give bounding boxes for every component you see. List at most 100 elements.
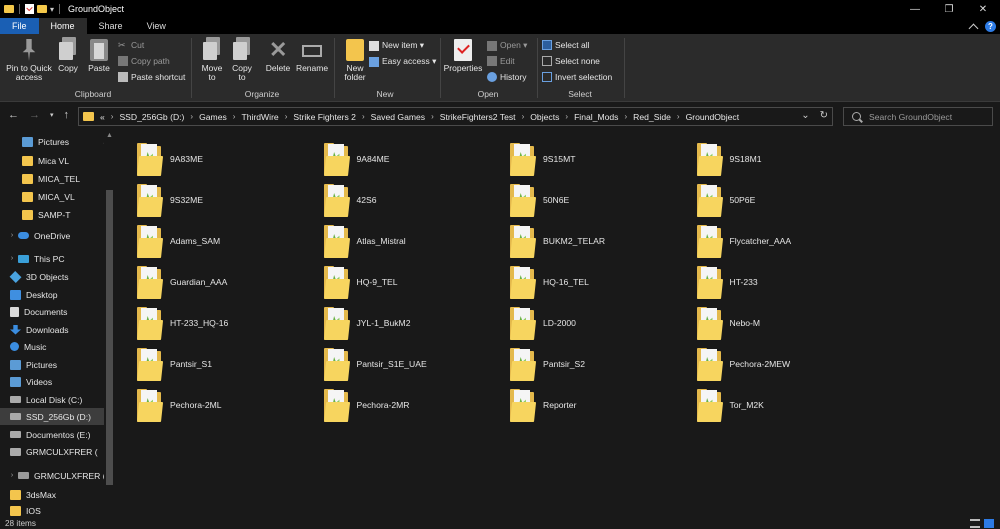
customize-toolbar-icon[interactable]: ▾ (50, 5, 54, 14)
folder-item[interactable]: Adams_SAM (118, 221, 304, 261)
paste-button[interactable]: Paste (86, 39, 112, 73)
folder-item[interactable]: 50P6E (678, 180, 864, 220)
move-to-button[interactable]: Move to (200, 37, 224, 82)
chevron-right-icon[interactable]: › (624, 112, 627, 121)
folder-item[interactable]: Pantsir_S1E_UAE (305, 344, 491, 384)
copy-button[interactable]: Copy (56, 37, 80, 73)
folder-item[interactable]: 9A83ME (118, 139, 304, 179)
up-icon[interactable]: ↑ (64, 109, 70, 121)
nav-item-documentos-e[interactable]: Documentos (E:) (10, 426, 90, 443)
folder-item[interactable]: Flycatcher_AAA (678, 221, 864, 261)
expand-icon[interactable]: › (8, 255, 16, 262)
nav-item-downloads[interactable]: Downloads (10, 321, 69, 338)
folder-item[interactable]: HQ-9_TEL (305, 262, 491, 302)
properties-icon[interactable] (25, 4, 34, 14)
navigation-pane-scrollbar[interactable]: ▲ (104, 130, 114, 518)
breadcrumb-item[interactable]: StrikeFighters2 Test (440, 112, 516, 122)
nav-item-grmculxfrer-g[interactable]: › GRMCULXFRER (G (8, 467, 112, 484)
expand-icon[interactable]: › (8, 472, 16, 479)
nav-item-this-pc[interactable]: › This PC (8, 250, 65, 267)
folder-item[interactable]: Pantsir_S1 (118, 344, 304, 384)
nav-item-local-disk-c[interactable]: Local Disk (C:) (10, 391, 82, 408)
breadcrumb-item[interactable]: Final_Mods (574, 112, 618, 122)
folder-item[interactable]: Guardian_AAA (118, 262, 304, 302)
nav-item-pictures[interactable]: Pictures (22, 133, 69, 150)
folder-item[interactable]: Tor_M2K (678, 385, 864, 425)
tab-file[interactable]: File (0, 18, 39, 34)
tab-share[interactable]: Share (87, 18, 135, 34)
nav-item-desktop[interactable]: Desktop (10, 286, 58, 303)
copy-path-button[interactable]: Copy path (118, 56, 170, 66)
tab-home[interactable]: Home (38, 18, 87, 34)
select-all-button[interactable]: Select all (542, 40, 590, 50)
delete-button[interactable]: ✕ Delete (264, 39, 292, 73)
nav-item-3dsmax[interactable]: 3dsMax (10, 486, 56, 503)
nav-item-onedrive[interactable]: › OneDrive (8, 227, 70, 244)
folder-item[interactable]: 9S15MT (491, 139, 677, 179)
copy-to-button[interactable]: Copy to (230, 37, 254, 82)
breadcrumb-item[interactable]: ThirdWire (241, 112, 278, 122)
folder-item[interactable]: Pechora-2MR (305, 385, 491, 425)
details-view-icon[interactable] (970, 519, 980, 528)
breadcrumb-item[interactable]: Red_Side (633, 112, 671, 122)
refresh-icon[interactable]: ↻ (820, 110, 828, 121)
tab-view[interactable]: View (135, 18, 178, 34)
folder-item[interactable]: HT-233 (678, 262, 864, 302)
nav-item-mica-tel[interactable]: MICA_TEL (22, 170, 80, 187)
expand-icon[interactable]: › (8, 232, 16, 239)
address-bar[interactable]: « › SSD_256Gb (D:) › Games › ThirdWire › Strike … (78, 107, 833, 126)
chevron-right-icon[interactable]: › (565, 112, 568, 121)
chevron-right-icon[interactable]: › (285, 112, 288, 121)
chevron-right-icon[interactable]: › (362, 112, 365, 121)
folder-item[interactable]: Nebo-M (678, 303, 864, 343)
properties-button[interactable]: Properties (443, 39, 483, 73)
rename-button[interactable]: Rename (296, 39, 328, 73)
edit-button[interactable]: Edit (487, 56, 515, 66)
chevron-right-icon[interactable]: › (111, 112, 114, 121)
nav-item-ssd-256gb-d[interactable]: SSD_256Gb (D:) (0, 408, 104, 425)
nav-item-mica-vl[interactable]: MICA_VL (22, 188, 75, 205)
minimize-button[interactable]: — (898, 0, 932, 18)
folder-item[interactable]: HT-233_HQ-16 (118, 303, 304, 343)
nav-item-videos[interactable]: Videos (10, 373, 52, 390)
nav-item-documents[interactable]: Documents (10, 303, 67, 320)
folder-item[interactable]: 9S18M1 (678, 139, 864, 179)
nav-item-music[interactable]: Music (10, 338, 46, 355)
breadcrumb-item[interactable]: Objects (530, 112, 559, 122)
breadcrumb-item[interactable]: GroundObject (686, 112, 740, 122)
invert-selection-button[interactable]: Invert selection (542, 72, 612, 82)
folder-item[interactable]: Reporter (491, 385, 677, 425)
new-item-button[interactable]: New item ▾ (369, 40, 424, 51)
breadcrumb-item[interactable]: Saved Games (371, 112, 425, 122)
breadcrumb-overflow[interactable]: « (100, 112, 105, 122)
breadcrumb-item[interactable]: Strike Fighters 2 (293, 112, 356, 122)
scrollbar-thumb[interactable] (106, 190, 113, 485)
folder-item[interactable]: 42S6 (305, 180, 491, 220)
help-icon[interactable]: ? (985, 20, 996, 32)
folder-item[interactable]: 9S32ME (118, 180, 304, 220)
nav-item-samp-t[interactable]: SAMP-T (22, 206, 70, 223)
breadcrumb-item[interactable]: Games (199, 112, 227, 122)
forward-icon[interactable]: → (29, 109, 40, 121)
history-button[interactable]: History (487, 72, 526, 82)
nav-item-ios[interactable]: IOS (10, 502, 41, 518)
folder-item[interactable]: BUKM2_TELAR (491, 221, 677, 261)
back-icon[interactable]: ← (8, 109, 19, 121)
recent-locations-icon[interactable]: ▾ (50, 111, 54, 119)
nav-item-pictures[interactable]: Pictures (10, 356, 57, 373)
scroll-up-icon[interactable]: ▲ (106, 132, 113, 139)
folder-item[interactable]: Pantsir_S2 (491, 344, 677, 384)
new-folder-icon[interactable] (37, 5, 47, 13)
chevron-right-icon[interactable]: › (677, 112, 680, 121)
new-folder-button[interactable]: New folder (339, 39, 371, 82)
folder-item[interactable]: JYL-1_BukM2 (305, 303, 491, 343)
folder-item[interactable]: 9A84ME (305, 139, 491, 179)
pin-to-quick-access-button[interactable]: Pin to Quick access (4, 39, 54, 82)
minimize-ribbon-icon[interactable] (968, 23, 979, 33)
close-button[interactable]: ✕ (966, 0, 1000, 18)
select-none-button[interactable]: Select none (542, 56, 600, 66)
search-box[interactable]: Search GroundObject (843, 107, 993, 126)
easy-access-button[interactable]: Easy access ▾ (369, 56, 436, 67)
address-dropdown-icon[interactable]: ⌄ (801, 110, 809, 121)
maximize-button[interactable]: ❐ (932, 0, 966, 18)
